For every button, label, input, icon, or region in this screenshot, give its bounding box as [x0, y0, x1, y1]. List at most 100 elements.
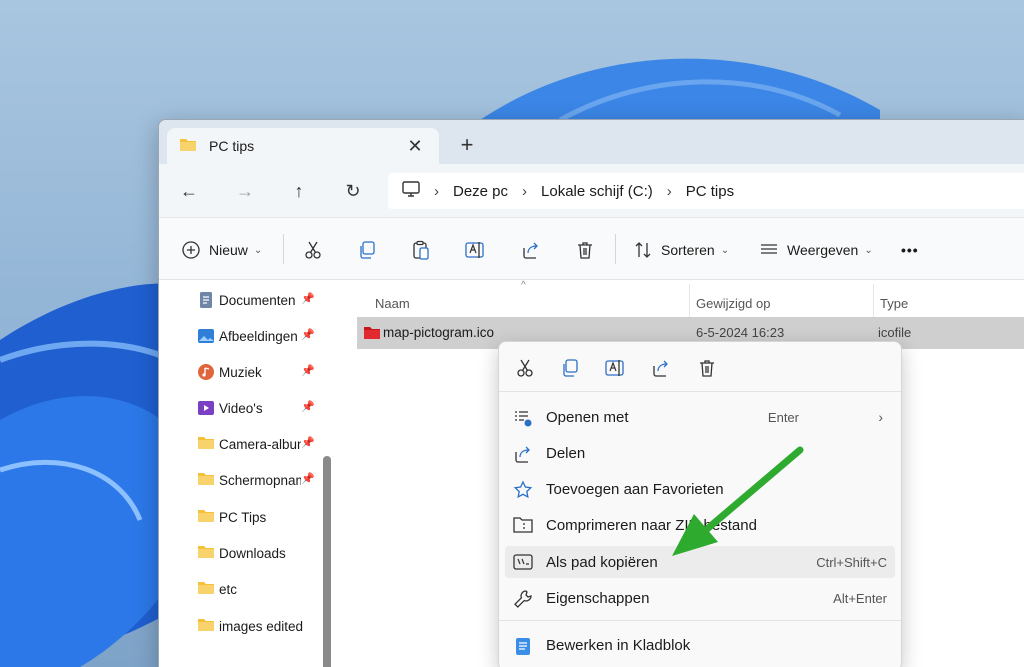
copy-icon — [357, 240, 377, 260]
column-header-name[interactable]: Naam — [375, 296, 410, 311]
context-menu-quick-actions — [499, 342, 901, 392]
share-icon — [513, 444, 533, 464]
sort-button[interactable]: Sorteren ⌄ — [633, 238, 729, 262]
sidebar-item-pictures[interactable]: Afbeeldingen 📌 — [197, 325, 315, 347]
pin-icon: 📌 — [301, 437, 315, 449]
sidebar-item-documents[interactable]: Documenten 📌 — [197, 289, 315, 311]
menu-item-label: Als pad kopiëren — [546, 553, 658, 571]
sidebar-item-label: PC Tips — [219, 509, 267, 525]
pictures-icon — [197, 327, 215, 345]
address-bar[interactable]: › Deze pc › Lokale schijf (C:) › PC tips — [388, 173, 1024, 209]
more-options-button[interactable]: ••• — [901, 238, 919, 262]
view-button[interactable]: Weergeven ⌄ — [759, 238, 873, 262]
folder-icon — [197, 435, 215, 453]
plus-circle-icon — [181, 240, 201, 260]
rename-button[interactable] — [465, 238, 487, 262]
new-tab-button[interactable]: + — [455, 132, 479, 158]
delete-button[interactable] — [575, 238, 595, 262]
sidebar-item-screenshots[interactable]: Schermopnames 📌 — [197, 469, 315, 491]
sidebar-item-etc[interactable]: etc — [197, 578, 315, 600]
clipboard-icon — [411, 240, 431, 260]
breadcrumb-separator[interactable]: › — [667, 183, 672, 200]
sort-ascending-icon: ^ — [521, 280, 526, 291]
new-button[interactable]: Nieuw ⌄ — [181, 238, 262, 262]
folder-icon — [197, 617, 215, 635]
menu-item-share[interactable]: Delen — [505, 437, 895, 469]
music-icon — [197, 363, 215, 381]
copy-button[interactable] — [357, 238, 377, 262]
cut-button[interactable] — [303, 238, 323, 262]
menu-item-shortcut: Alt+Enter — [833, 590, 887, 606]
videos-icon — [197, 399, 215, 417]
menu-item-shortcut: Enter — [767, 409, 799, 425]
menu-item-label: Comprimeren naar ZIP-bestand — [546, 516, 757, 534]
menu-item-open-with[interactable]: Openen met Enter › — [505, 401, 895, 433]
copy-path-icon — [513, 553, 533, 573]
view-list-icon — [759, 240, 779, 260]
breadcrumb-pc-tips[interactable]: PC tips — [686, 183, 734, 200]
sidebar-item-videos[interactable]: Video's 📌 — [197, 397, 315, 419]
context-menu: Openen met Enter › Delen Toevoegen aan F… — [498, 341, 902, 667]
tab-bar: PC tips ✕ + — [159, 120, 1024, 164]
refresh-button[interactable]: ↻ — [339, 178, 367, 204]
folder-icon — [197, 508, 215, 526]
trash-icon[interactable] — [695, 356, 719, 380]
notepad-icon — [513, 636, 533, 656]
toolbar-divider — [615, 234, 616, 264]
pin-icon: 📌 — [301, 473, 315, 485]
forward-button[interactable]: → — [231, 178, 259, 204]
breadcrumb-this-pc[interactable]: Deze pc — [453, 183, 508, 200]
menu-item-add-to-favorites[interactable]: Toevoegen aan Favorieten — [505, 473, 895, 505]
chevron-down-icon: ⌄ — [864, 244, 873, 256]
back-button[interactable]: ← — [175, 178, 203, 204]
menu-item-properties[interactable]: Eigenschappen Alt+Enter — [505, 582, 895, 614]
column-divider[interactable] — [873, 284, 874, 320]
sidebar-item-camera-album[interactable]: Camera-album 📌 — [197, 433, 315, 455]
menu-item-label: Eigenschappen — [546, 589, 650, 607]
menu-item-edit-notepad[interactable]: Bewerken in Kladblok — [505, 629, 895, 661]
tab-pc-tips[interactable]: PC tips ✕ — [167, 128, 439, 164]
menu-item-label: Toevoegen aan Favorieten — [546, 480, 724, 498]
computer-icon[interactable] — [402, 181, 420, 201]
sidebar-scrollbar-thumb[interactable] — [323, 456, 331, 667]
view-label: Weergeven — [787, 242, 859, 258]
copy-icon[interactable] — [558, 356, 582, 380]
menu-item-compress-zip[interactable]: Comprimeren naar ZIP-bestand — [505, 509, 895, 541]
sidebar-item-images-edited[interactable]: images edited — [197, 615, 315, 637]
paste-button[interactable] — [411, 238, 431, 262]
up-button[interactable]: ↑ — [285, 178, 313, 204]
column-header-modified[interactable]: Gewijzigd op — [696, 296, 770, 311]
breadcrumb-local-disk[interactable]: Lokale schijf (C:) — [541, 183, 653, 200]
cut-icon[interactable] — [513, 356, 537, 380]
share-icon[interactable] — [649, 356, 673, 380]
close-tab-icon[interactable]: ✕ — [403, 136, 427, 157]
pin-icon: 📌 — [301, 329, 315, 341]
share-button[interactable] — [521, 238, 541, 262]
menu-item-label: Bewerken in Kladblok — [546, 636, 691, 654]
folder-icon — [179, 137, 197, 155]
navigation-pane: Documenten 📌 Afbeeldingen 📌 Muziek 📌 Vid… — [159, 280, 319, 667]
pin-icon: 📌 — [301, 365, 315, 377]
folder-icon — [197, 544, 215, 562]
sidebar-item-label: etc — [219, 581, 238, 597]
sort-icon — [633, 240, 653, 260]
sidebar-item-label: Downloads — [219, 545, 286, 561]
chevron-right-icon: › — [878, 409, 883, 425]
menu-item-shortcut: Ctrl+Shift+C — [816, 554, 887, 570]
menu-item-copy-as-path[interactable]: Als pad kopiëren Ctrl+Shift+C — [505, 546, 895, 578]
column-divider[interactable] — [689, 284, 690, 320]
open-with-icon — [513, 408, 533, 428]
sidebar-item-label: Afbeeldingen — [219, 328, 298, 344]
tab-title: PC tips — [209, 138, 255, 154]
trash-icon — [575, 240, 595, 260]
sidebar-item-music[interactable]: Muziek 📌 — [197, 361, 315, 383]
sidebar-item-downloads[interactable]: Downloads — [197, 542, 315, 564]
sidebar-item-pc-tips[interactable]: PC Tips — [197, 506, 315, 528]
column-header-type[interactable]: Type — [880, 296, 908, 311]
rename-icon[interactable] — [604, 356, 628, 380]
documents-icon — [197, 291, 215, 309]
chevron-down-icon: ⌄ — [253, 244, 263, 256]
breadcrumb-separator[interactable]: › — [522, 183, 527, 200]
menu-item-label: Openen met — [546, 408, 629, 426]
share-icon — [521, 240, 541, 260]
